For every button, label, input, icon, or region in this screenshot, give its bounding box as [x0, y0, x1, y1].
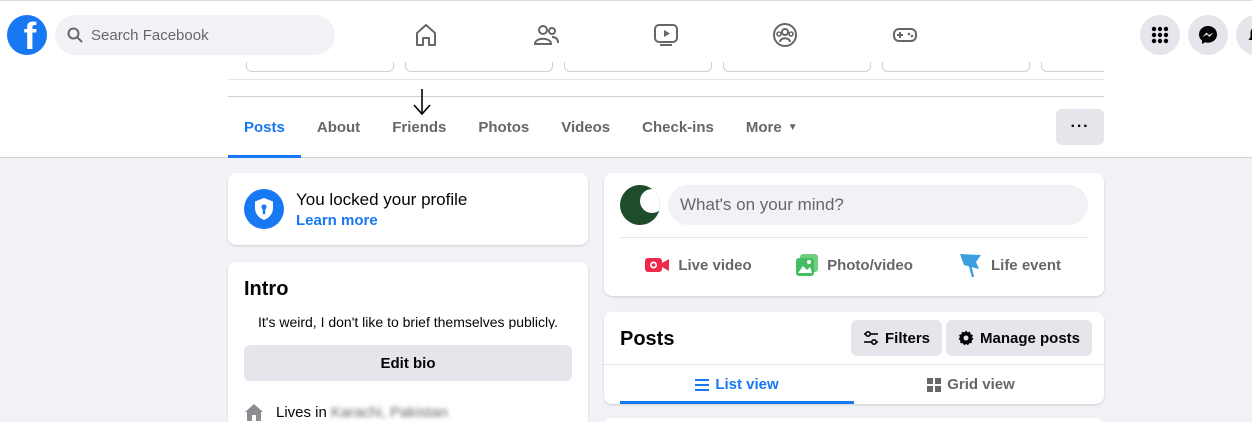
search-input[interactable]: Search Facebook	[55, 15, 335, 55]
manage-posts-button[interactable]: Manage posts	[946, 320, 1093, 356]
lock-title: You locked your profile	[296, 190, 468, 209]
sliders-icon	[864, 330, 878, 346]
whats-on-your-mind-input[interactable]: What's on your mind?	[668, 185, 1088, 225]
lives-in-place[interactable]: Karachi, Pakistan	[331, 404, 448, 421]
profile-locked-card: You locked your profile Learn more	[228, 173, 588, 245]
friend-card[interactable]	[723, 62, 871, 72]
friend-card[interactable]	[564, 62, 712, 72]
grid-view-label: Grid view	[947, 376, 1015, 393]
search-placeholder: Search Facebook	[91, 26, 209, 44]
filters-label: Filters	[885, 329, 931, 347]
gear-icon	[958, 330, 974, 346]
menu-grid-icon[interactable]	[1140, 15, 1180, 55]
more-options-button[interactable]: ···	[1056, 109, 1104, 145]
bio-text: It's weird, I don't like to brief themse…	[258, 317, 558, 329]
friend-card[interactable]	[405, 62, 553, 72]
live-video-label: Live video	[678, 256, 752, 274]
learn-more-link[interactable]: Learn more	[296, 212, 378, 229]
live-video-icon	[645, 258, 670, 272]
edit-bio-button[interactable]: Edit bio	[244, 345, 572, 381]
flag-icon	[959, 254, 981, 278]
home-icon	[245, 404, 263, 421]
tab-more-label: More	[745, 118, 782, 136]
life-event-button[interactable]: Life event	[932, 245, 1088, 285]
lives-in-label: Lives in	[276, 403, 327, 421]
next-post-card	[604, 418, 1104, 422]
messenger-icon[interactable]	[1188, 15, 1228, 55]
tab-check-ins[interactable]: Check-ins	[626, 97, 730, 157]
friend-card[interactable]	[882, 62, 1030, 72]
tab-about[interactable]: About	[301, 97, 376, 157]
search-icon	[67, 27, 83, 43]
intro-card: Intro It's weird, I don't like to brief …	[228, 262, 588, 422]
profile-tabs: Posts About Friends Photos Videos Check-…	[228, 97, 814, 158]
list-view-label: List view	[715, 376, 779, 393]
groups-icon[interactable]	[771, 21, 799, 49]
friend-cards-strip	[228, 62, 1104, 80]
grid-icon	[927, 377, 942, 392]
friend-card[interactable]	[1041, 62, 1104, 72]
list-icon	[695, 378, 710, 391]
manage-posts-label: Manage posts	[980, 329, 1081, 347]
watch-icon[interactable]	[652, 21, 680, 49]
composer-actions: Live video Photo/video Life event	[620, 245, 1088, 285]
notifications-icon[interactable]	[1236, 15, 1252, 55]
home-icon[interactable]	[412, 21, 440, 49]
facebook-logo[interactable]: f	[7, 15, 47, 55]
lives-in-row: Lives in Karachi, Pakistan	[244, 402, 448, 422]
posts-title: Posts	[620, 328, 675, 350]
life-event-label: Life event	[990, 256, 1062, 274]
avatar[interactable]	[620, 185, 660, 225]
friends-icon[interactable]	[532, 21, 560, 49]
posts-header-card: Posts Filters Manage posts List view Gri…	[604, 312, 1104, 404]
photo-video-label: Photo/video	[827, 256, 913, 274]
tab-posts[interactable]: Posts	[228, 97, 301, 158]
photo-icon	[796, 254, 819, 276]
logo-letter: f	[23, 16, 37, 55]
caret-down-icon: ▼	[787, 121, 798, 133]
composer-divider	[620, 237, 1088, 238]
post-composer: What's on your mind? Live video Photo/vi…	[604, 173, 1104, 296]
friend-card[interactable]	[246, 62, 394, 72]
cursor-arrow-icon	[413, 89, 431, 116]
intro-title: Intro	[244, 278, 289, 300]
top-navigation-bar: f Search Facebook	[0, 0, 1252, 62]
tab-videos[interactable]: Videos	[545, 97, 626, 157]
live-video-button[interactable]: Live video	[620, 245, 776, 285]
shield-lock-icon	[244, 189, 284, 229]
filters-button[interactable]: Filters	[851, 320, 943, 356]
gaming-icon[interactable]	[891, 21, 919, 49]
tab-photos[interactable]: Photos	[462, 97, 545, 157]
photo-video-button[interactable]: Photo/video	[776, 245, 932, 285]
grid-view-tab[interactable]: Grid view	[854, 365, 1088, 404]
list-view-tab[interactable]: List view	[620, 365, 854, 404]
tab-more[interactable]: More ▼	[730, 97, 814, 157]
